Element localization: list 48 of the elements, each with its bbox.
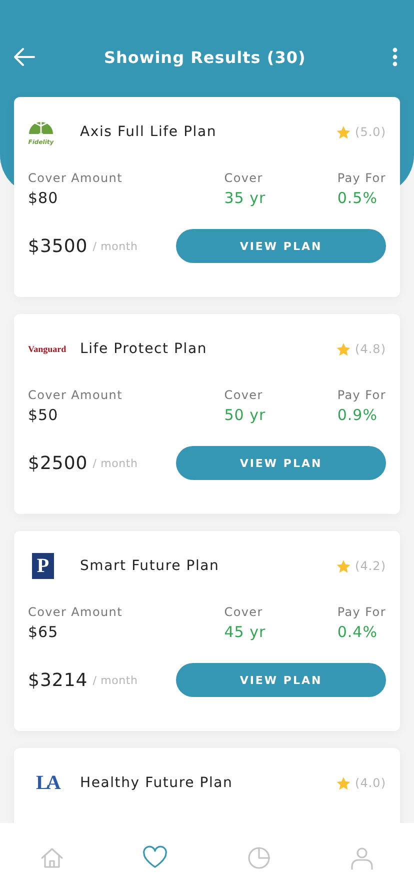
stat-value: 45 yr xyxy=(224,623,266,641)
stat-label: Cover xyxy=(224,171,264,185)
price: $3500 xyxy=(28,236,88,256)
stat-label: Cover xyxy=(224,388,264,402)
rating-value: (4.2) xyxy=(355,559,386,573)
stat-value: 0.9% xyxy=(337,406,378,424)
stat-value: $50 xyxy=(28,406,60,424)
stat-label: Pay For xyxy=(337,171,386,185)
stat-label: Pay For xyxy=(337,605,386,619)
plan-name: Smart Future Plan xyxy=(80,558,220,574)
price: $3214 xyxy=(28,670,88,690)
letter-logo: P xyxy=(32,553,54,579)
profile-icon[interactable] xyxy=(349,845,376,871)
view-plan-button[interactable]: VIEW PLAN xyxy=(176,663,386,697)
chart-icon[interactable] xyxy=(246,845,272,871)
price-period: / month xyxy=(92,240,138,252)
stat-value: 0.5% xyxy=(337,189,378,207)
price-period: / month xyxy=(92,674,138,686)
price-period: / month xyxy=(92,456,138,470)
heart-icon[interactable] xyxy=(142,845,168,871)
stat-value: $65 xyxy=(28,623,60,641)
stat-value: 0.4% xyxy=(337,623,378,641)
stat-value: $80 xyxy=(28,189,60,207)
logo-wordmark: Vanguard xyxy=(28,344,66,354)
monogram-logo: LA xyxy=(36,772,58,794)
view-plan-button[interactable]: VIEW PLAN xyxy=(176,446,386,480)
plan-name: Healthy Future Plan xyxy=(80,775,234,791)
view-plan-button[interactable]: VIEW PLAN xyxy=(176,229,386,263)
rating-value: (5.0) xyxy=(355,125,386,139)
star-icon xyxy=(336,124,352,140)
stat-label: Cover Amount xyxy=(28,171,123,185)
page-title: Showing Results (30) xyxy=(104,48,306,66)
rating-value: (4.8) xyxy=(355,342,386,356)
plan-name: Axis Full Life Plan xyxy=(80,124,218,140)
star-icon xyxy=(336,558,352,574)
star-icon xyxy=(336,342,352,356)
star-icon xyxy=(336,776,352,790)
stat-label: Cover Amount xyxy=(28,388,123,402)
more-menu-icon[interactable] xyxy=(390,45,400,69)
home-icon[interactable] xyxy=(38,845,65,871)
plan-name: Life Protect Plan xyxy=(80,341,208,357)
stat-label: Pay For xyxy=(337,388,386,402)
stat-label: Cover xyxy=(224,605,264,619)
stat-value: 50 yr xyxy=(224,406,266,424)
stat-label: Cover Amount xyxy=(28,605,123,619)
price: $2500 xyxy=(28,452,88,474)
rating-value: (4.0) xyxy=(355,776,386,790)
stat-value: 35 yr xyxy=(224,189,266,207)
